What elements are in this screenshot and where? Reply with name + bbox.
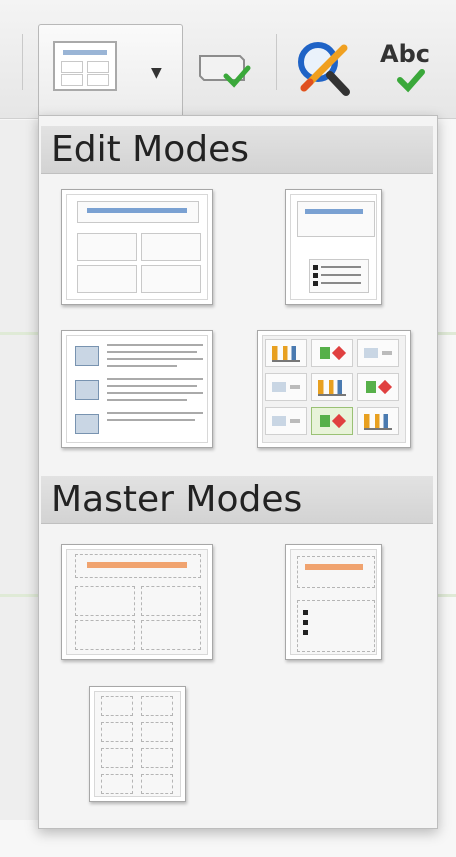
toolbar-separator [276, 34, 277, 90]
background-line [436, 594, 456, 597]
zoom-pen-icon[interactable] [294, 38, 358, 104]
edit-modes-title: Edit Modes [51, 129, 249, 170]
slide-pane-strip [0, 120, 40, 820]
background-line [0, 594, 40, 597]
edit-mode-charts-text[interactable] [61, 330, 213, 448]
background-line [0, 332, 40, 335]
layout-popup: Edit Modes Master Modes [38, 115, 438, 829]
edit-mode-chart-grid[interactable] [257, 330, 411, 448]
toolbar-separator [22, 34, 23, 90]
master-mode-title-content-2x2[interactable] [61, 544, 213, 660]
master-mode-title-bullets[interactable] [285, 544, 382, 660]
layout-dropdown-button[interactable]: ▼ [38, 24, 183, 117]
edit-mode-title-content-2x2[interactable] [61, 189, 213, 305]
spellcheck-icon[interactable]: Abc [378, 40, 442, 96]
layout-icon [53, 41, 117, 91]
edit-modes-header: Edit Modes [41, 126, 433, 174]
master-modes-title: Master Modes [51, 479, 303, 520]
master-modes-header: Master Modes [41, 476, 433, 524]
chevron-down-icon[interactable]: ▼ [151, 65, 162, 81]
slide-check-icon[interactable] [194, 50, 252, 94]
edit-mode-title-bullets[interactable] [285, 189, 382, 305]
master-mode-grid[interactable] [89, 686, 186, 802]
background-line [436, 332, 456, 335]
toolbar: ▼ Abc [0, 0, 456, 119]
